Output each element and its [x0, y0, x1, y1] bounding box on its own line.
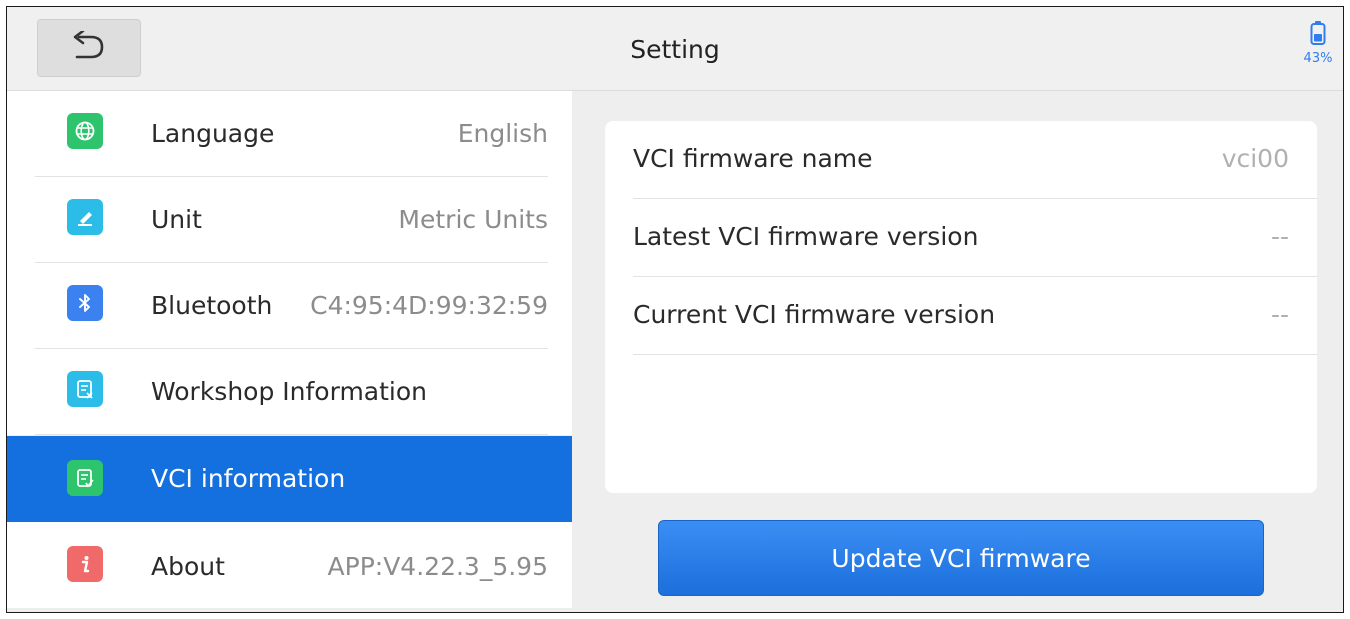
row-label: Latest VCI firmware version [633, 222, 979, 251]
sidebar-item-bluetooth[interactable]: Bluetooth C4:95:4D:99:32:59 [7, 263, 572, 349]
info-icon [67, 546, 103, 582]
sidebar-item-value: APP:V4.22.3_5.95 [327, 552, 548, 581]
header-bar: Setting 43% [7, 7, 1343, 91]
settings-sidebar: Language English Unit Metric Units Bluet… [7, 91, 572, 612]
sidebar-item-label: VCI information [151, 464, 346, 493]
page-title: Setting [630, 34, 720, 64]
bluetooth-icon [67, 285, 103, 321]
ruler-icon [67, 199, 103, 235]
row-label: Current VCI firmware version [633, 300, 996, 329]
battery-icon [1310, 21, 1326, 49]
sidebar-item-vci-information[interactable]: VCI information [7, 436, 572, 522]
sidebar-item-about[interactable]: About APP:V4.22.3_5.95 [7, 522, 572, 608]
sidebar-item-unit[interactable]: Unit Metric Units [7, 177, 572, 263]
sidebar-item-workshop-information[interactable]: Workshop Information [7, 349, 572, 435]
row-label: VCI firmware name [633, 144, 873, 173]
vci-row-current-version: Current VCI firmware version -- [633, 277, 1317, 355]
vci-info-panel: VCI firmware name vci00 Latest VCI firmw… [605, 121, 1317, 493]
sidebar-item-value: Metric Units [398, 205, 548, 234]
divider [35, 434, 548, 435]
row-value: -- [1270, 300, 1289, 329]
vci-doc-icon [67, 460, 103, 496]
sidebar-item-label: Unit [151, 205, 202, 234]
vci-row-latest-version: Latest VCI firmware version -- [633, 199, 1317, 277]
update-vci-firmware-button[interactable]: Update VCI firmware [658, 520, 1264, 596]
globe-icon [67, 113, 103, 149]
sidebar-item-label: About [151, 552, 225, 581]
sidebar-item-value: C4:95:4D:99:32:59 [310, 291, 548, 320]
sidebar-item-label: Workshop Information [151, 377, 428, 406]
settings-screen: Setting 43% Language English Unit Metric… [6, 6, 1344, 613]
row-value: -- [1270, 222, 1289, 251]
battery-indicator: 43% [1299, 21, 1337, 71]
battery-percent: 43% [1303, 51, 1333, 66]
vci-row-firmware-name: VCI firmware name vci00 [633, 121, 1317, 199]
sidebar-item-label: Language [151, 119, 275, 148]
row-value: vci00 [1221, 144, 1289, 173]
workshop-doc-icon [67, 371, 103, 407]
sidebar-item-label: Bluetooth [151, 291, 273, 320]
sidebar-item-value: English [457, 119, 548, 148]
sidebar-item-language[interactable]: Language English [7, 91, 572, 177]
